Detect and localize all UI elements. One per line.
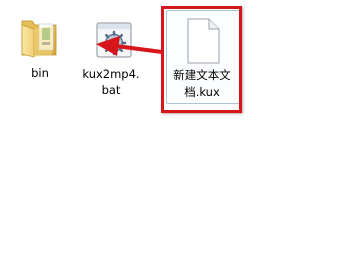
file-label-kux2mp4-line2: bat: [101, 83, 121, 97]
batch-file-icon: [96, 22, 132, 58]
folder-icon: [21, 20, 57, 58]
file-item-kux2mp4-bat[interactable]: kux2mp4. bat: [76, 10, 146, 98]
explorer-file-area: bin kux2mp4. bat 新建文本文 档.kux: [0, 0, 351, 278]
file-label-bin: bin: [31, 66, 49, 80]
file-label-kux2mp4-line1: kux2mp4.: [82, 67, 140, 81]
annotation-highlight-box: [161, 6, 242, 113]
file-item-bin[interactable]: bin: [10, 10, 70, 80]
